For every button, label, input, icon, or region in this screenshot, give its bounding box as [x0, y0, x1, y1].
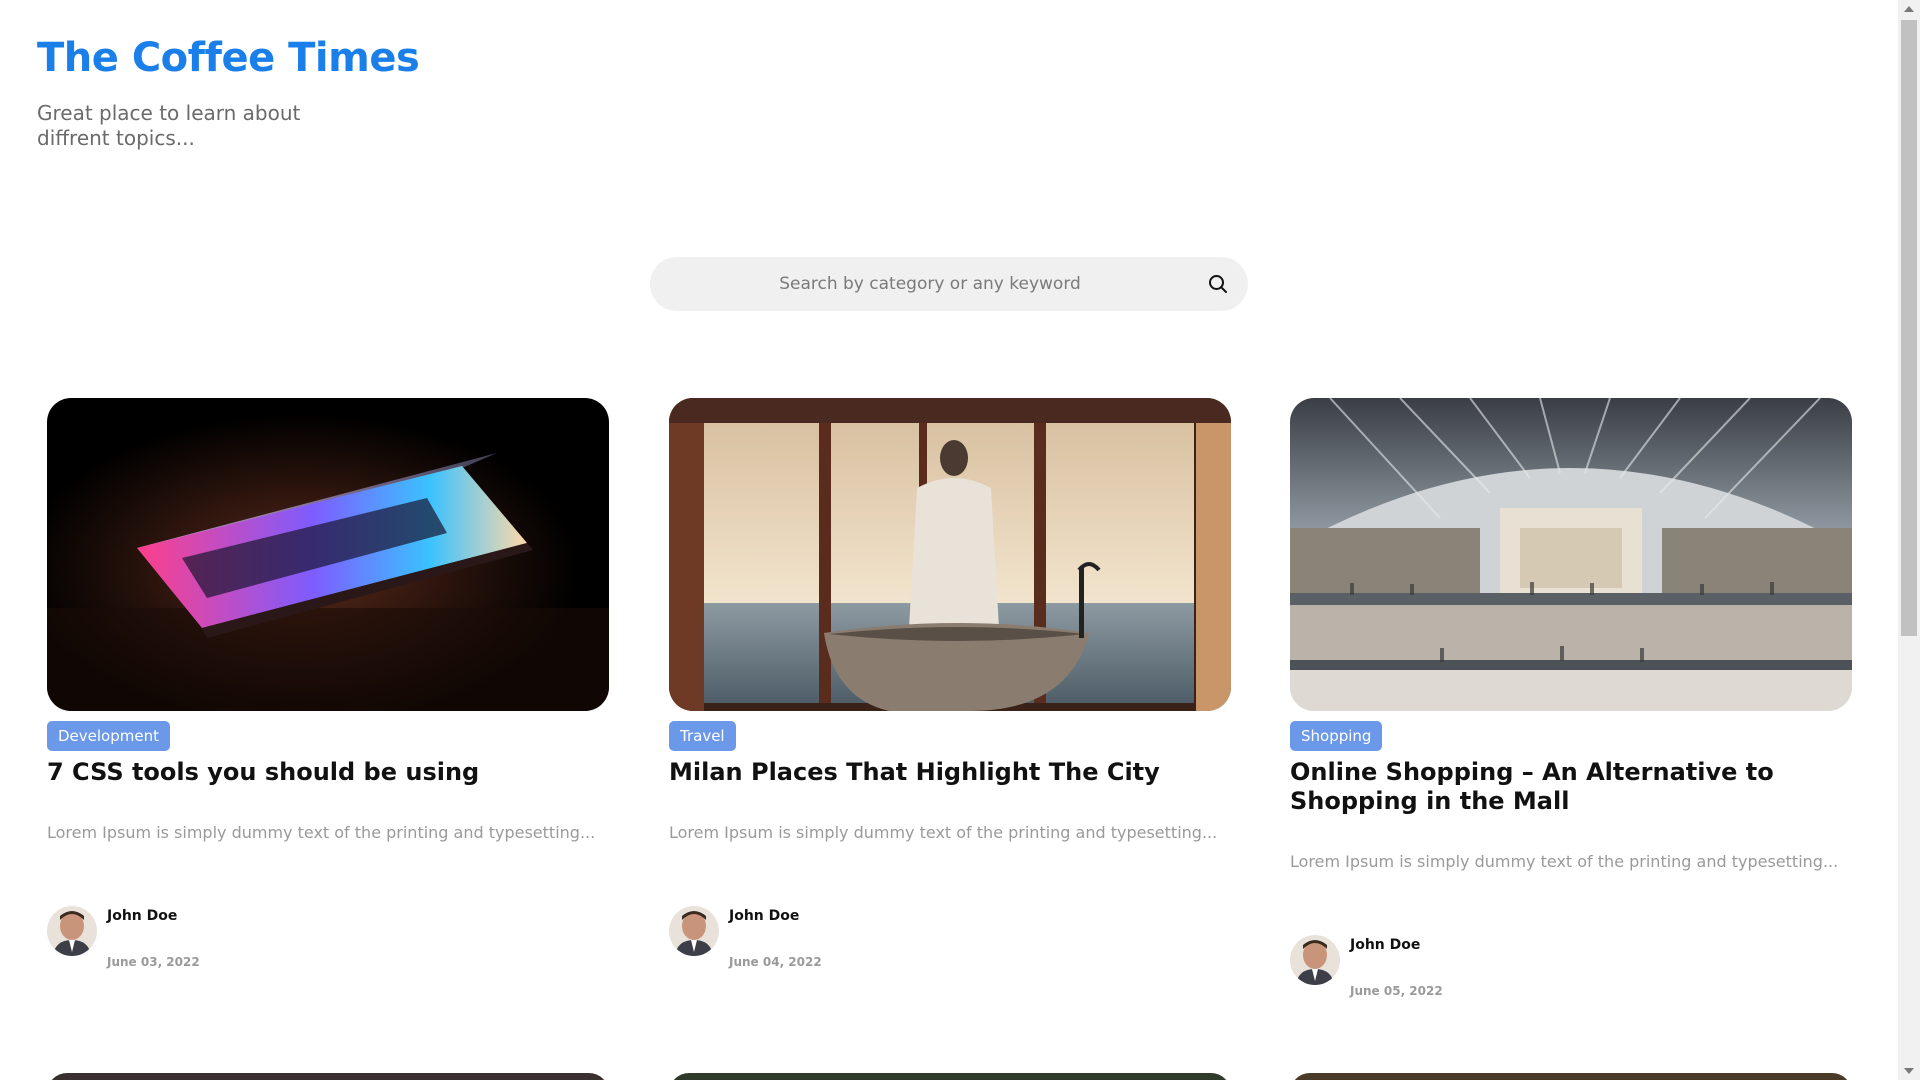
- chevron-down-icon: [1904, 1068, 1914, 1074]
- post-author: John Doe June 04, 2022: [669, 906, 969, 976]
- next-post-image[interactable]: [1290, 1073, 1852, 1080]
- post-author: John Doe June 05, 2022: [1290, 935, 1590, 1005]
- post-image-mall[interactable]: [1290, 398, 1852, 711]
- scrollbar[interactable]: [1898, 0, 1920, 1080]
- chevron-up-icon: [1904, 6, 1914, 12]
- viewport: The Coffee Times Great place to learn ab…: [0, 0, 1898, 1080]
- post-date: June 05, 2022: [1350, 984, 1443, 998]
- post-grid: Development 7 CSS tools you should be us…: [0, 0, 1898, 1080]
- author-name[interactable]: John Doe: [729, 908, 799, 924]
- scroll-up-arrow[interactable]: [1898, 0, 1920, 18]
- page: The Coffee Times Great place to learn ab…: [0, 0, 1920, 1080]
- post-title[interactable]: 7 CSS tools you should be using: [47, 758, 609, 787]
- post-title[interactable]: Online Shopping – An Alternative to Shop…: [1290, 758, 1852, 816]
- post-date: June 04, 2022: [729, 955, 822, 969]
- scroll-down-arrow[interactable]: [1898, 1062, 1920, 1080]
- post-title[interactable]: Milan Places That Highlight The City: [669, 758, 1231, 787]
- author-name[interactable]: John Doe: [1350, 937, 1420, 953]
- next-post-image[interactable]: [47, 1073, 609, 1080]
- avatar: [47, 906, 97, 956]
- post-image-bathroom[interactable]: [669, 398, 1231, 711]
- post-tag[interactable]: Development: [47, 721, 170, 751]
- post-author: John Doe June 03, 2022: [47, 906, 347, 976]
- post-tag[interactable]: Travel: [669, 721, 736, 751]
- scroll-thumb[interactable]: [1901, 20, 1917, 636]
- post-excerpt: Lorem Ipsum is simply dummy text of the …: [1290, 852, 1839, 871]
- post-excerpt: Lorem Ipsum is simply dummy text of the …: [47, 823, 596, 842]
- post-image-laptop[interactable]: [47, 398, 609, 711]
- avatar: [669, 906, 719, 956]
- next-post-image[interactable]: [669, 1073, 1231, 1080]
- post-tag[interactable]: Shopping: [1290, 721, 1383, 751]
- post-date: June 03, 2022: [107, 955, 200, 969]
- author-name[interactable]: John Doe: [107, 908, 177, 924]
- post-excerpt: Lorem Ipsum is simply dummy text of the …: [669, 823, 1218, 842]
- avatar: [1290, 935, 1340, 985]
